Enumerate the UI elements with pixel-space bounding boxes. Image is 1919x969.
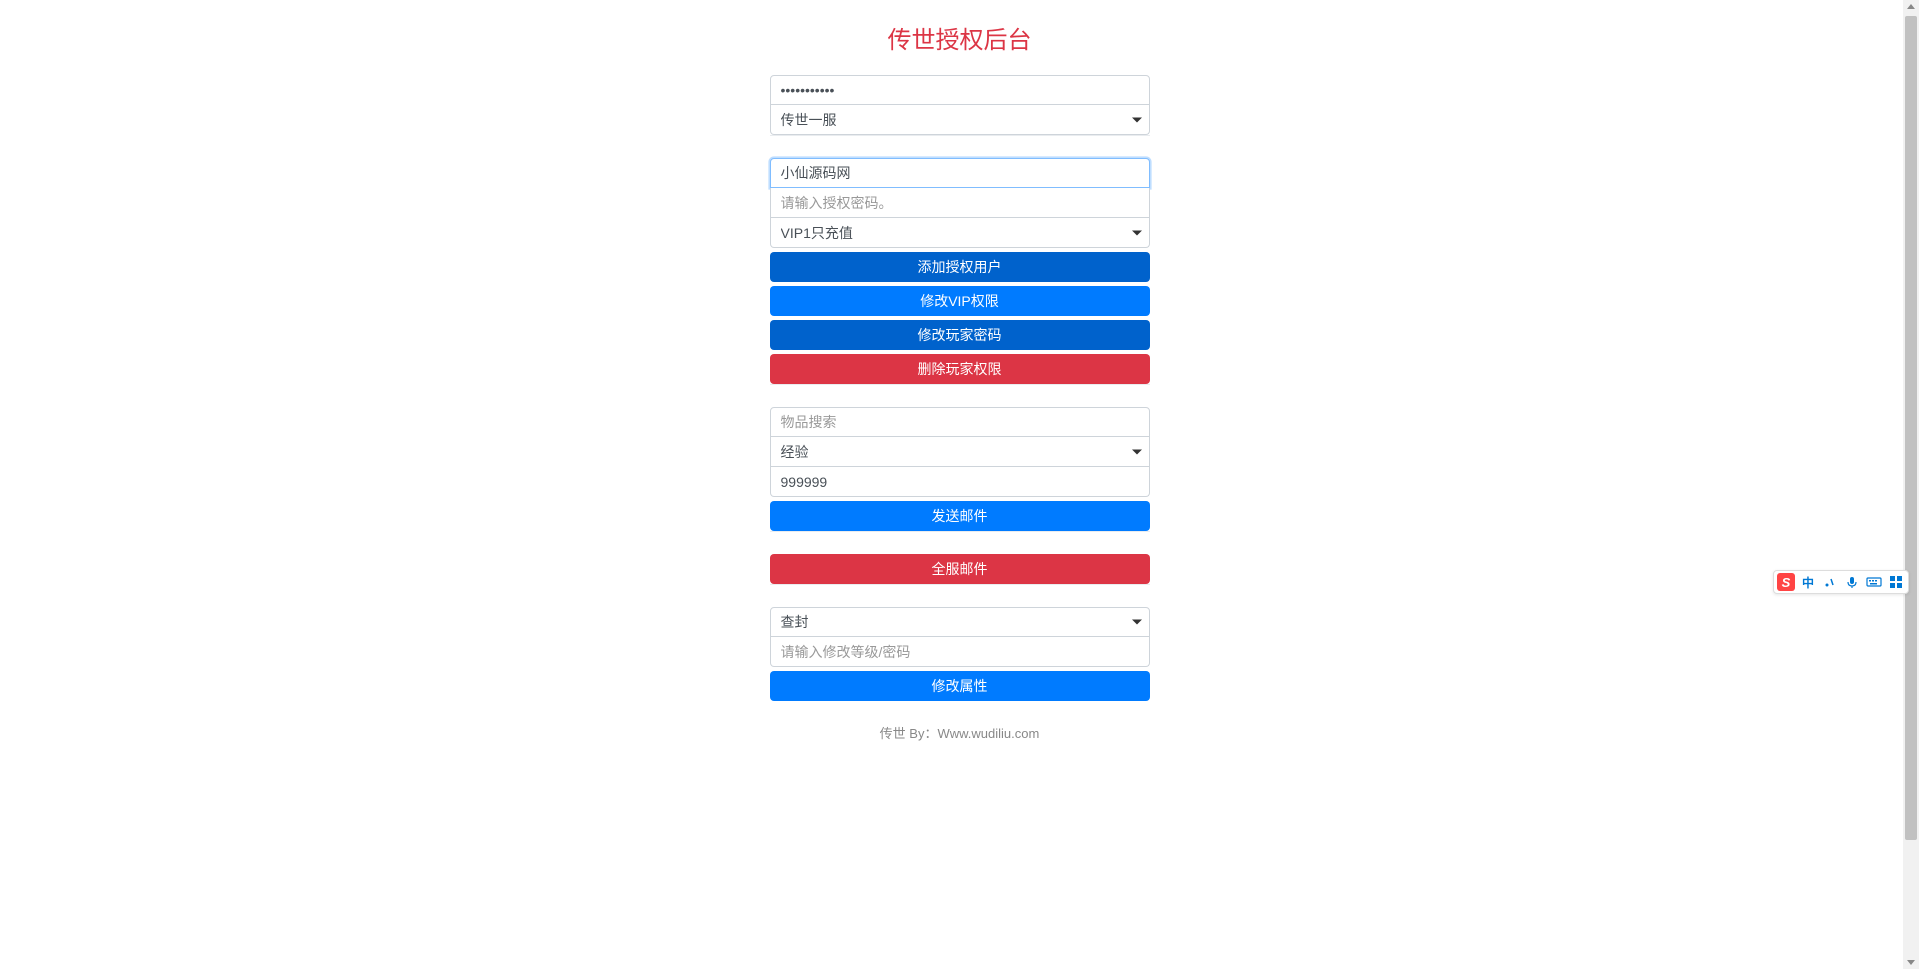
modify-action-select[interactable]: 查封: [770, 607, 1150, 637]
auth-password-input[interactable]: [770, 75, 1150, 105]
footer-text: 传世 By：Www.wudiliu.com: [770, 723, 1150, 742]
delete-player-permission-button[interactable]: 删除玩家权限: [770, 354, 1150, 384]
ime-logo-icon[interactable]: S: [1777, 573, 1795, 591]
ime-tools-icon[interactable]: [1887, 573, 1905, 591]
section-server-mail: 全服邮件: [770, 554, 1150, 585]
ime-toolbar[interactable]: S 中: [1773, 570, 1909, 594]
page-title: 传世授权后台: [770, 20, 1150, 55]
section-user: VIP1只充值 添加授权用户 修改VIP权限 修改玩家密码 删除玩家权限: [770, 158, 1150, 385]
modify-attribute-button[interactable]: 修改属性: [770, 671, 1150, 701]
vip-level-select[interactable]: VIP1只充值: [770, 218, 1150, 248]
item-type-select[interactable]: 经验: [770, 437, 1150, 467]
scrollbar-arrow-down[interactable]: [1907, 960, 1915, 965]
scrollbar-track[interactable]: [1903, 0, 1919, 969]
ime-lang-indicator[interactable]: 中: [1799, 573, 1817, 591]
section-modify: 查封 修改属性: [770, 607, 1150, 701]
ime-punctuation-icon[interactable]: [1821, 573, 1839, 591]
section-item: 经验 发送邮件: [770, 407, 1150, 532]
server-wide-mail-button[interactable]: 全服邮件: [770, 554, 1150, 584]
quantity-input[interactable]: [770, 467, 1150, 497]
section-auth: 传世一服: [770, 75, 1150, 136]
server-select[interactable]: 传世一服: [770, 105, 1150, 135]
ime-microphone-icon[interactable]: [1843, 573, 1861, 591]
scrollbar-arrow-up[interactable]: [1907, 4, 1915, 9]
scrollbar-thumb[interactable]: [1905, 16, 1917, 840]
level-password-input[interactable]: [770, 637, 1150, 667]
modify-player-password-button[interactable]: 修改玩家密码: [770, 320, 1150, 350]
auth-password-field[interactable]: [770, 188, 1150, 218]
username-input[interactable]: [770, 158, 1150, 188]
main-container: 传世授权后台 传世一服 VIP1只充值 添加授权用户 修改VIP权限 修改玩家密…: [770, 0, 1150, 762]
send-mail-button[interactable]: 发送邮件: [770, 501, 1150, 531]
ime-keyboard-icon[interactable]: [1865, 573, 1883, 591]
item-search-input[interactable]: [770, 407, 1150, 437]
add-auth-user-button[interactable]: 添加授权用户: [770, 252, 1150, 282]
modify-vip-button[interactable]: 修改VIP权限: [770, 286, 1150, 316]
